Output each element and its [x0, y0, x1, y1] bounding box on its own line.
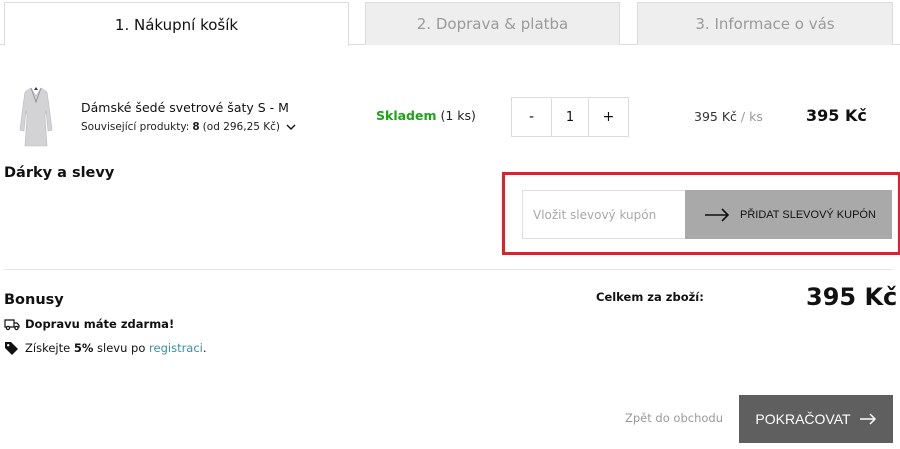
- gifts-title: Dárky a slevy: [4, 165, 115, 181]
- chevron-down-icon[interactable]: [285, 121, 297, 133]
- related-count: 8: [192, 121, 200, 133]
- product-name[interactable]: Dámské šedé svetrové šaty S - M: [81, 100, 289, 115]
- unit-price-suffix: / ks: [740, 109, 763, 124]
- bonuses-title: Bonusy: [4, 292, 64, 308]
- related-products[interactable]: Související produkty: 8 (od 296,25 Kč): [81, 121, 297, 133]
- total-value: 395 Kč: [806, 283, 898, 311]
- arrow-right-icon: [705, 207, 730, 222]
- add-coupon-label: PŘIDAT SLEVOVÝ KUPÓN: [740, 208, 876, 221]
- tab-customer-info[interactable]: 3. Informace o vás: [637, 2, 893, 45]
- continue-button[interactable]: POKRAČOVAT: [739, 395, 893, 443]
- stock-status: Skladem (1 ks): [376, 108, 476, 123]
- quantity-decrease-button[interactable]: -: [512, 98, 551, 136]
- discount-prefix: Získejte: [25, 341, 71, 355]
- unit-price-value: 395 Kč: [694, 109, 737, 124]
- registration-discount-bonus: Získejte 5% slevu po registraci.: [4, 341, 207, 355]
- stock-qty: (1 ks): [440, 108, 476, 123]
- checkout-tabs: 1. Nákupní košík 2. Doprava & platba 3. …: [0, 0, 900, 46]
- back-to-shop-link[interactable]: Zpět do obchodu: [625, 411, 723, 425]
- unit-price: 395 Kč / ks: [694, 109, 763, 124]
- free-shipping-bonus: Dopravu máte zdarma!: [4, 317, 174, 331]
- tab-cart[interactable]: 1. Nákupní košík: [4, 2, 349, 46]
- discount-value: 5%: [73, 341, 94, 355]
- quantity-stepper: - 1 +: [511, 97, 629, 137]
- related-price-from: (od 296,25 Kč): [202, 121, 281, 133]
- row-total: 395 Kč: [806, 106, 867, 125]
- arrow-right-icon: [859, 413, 876, 425]
- section-divider: [4, 269, 893, 270]
- discount-middle: slevu po: [97, 341, 146, 355]
- total-label: Celkem za zboží:: [596, 290, 704, 304]
- free-shipping-text: Dopravu máte zdarma!: [25, 317, 175, 331]
- quantity-increase-button[interactable]: +: [589, 98, 628, 136]
- related-label: Související produkty:: [81, 121, 190, 133]
- add-coupon-button[interactable]: PŘIDAT SLEVOVÝ KUPÓN: [685, 190, 892, 239]
- continue-label: POKRAČOVAT: [755, 411, 851, 427]
- registration-link[interactable]: registraci: [149, 341, 203, 355]
- tag-icon: [5, 342, 18, 355]
- coupon-input[interactable]: [522, 190, 685, 239]
- stock-label: Skladem: [376, 108, 437, 123]
- discount-suffix: .: [202, 341, 207, 355]
- product-image[interactable]: [18, 86, 54, 148]
- truck-icon: [4, 319, 20, 331]
- tab-shipping-payment[interactable]: 2. Doprava & platba: [365, 2, 620, 45]
- quantity-value[interactable]: 1: [551, 98, 589, 136]
